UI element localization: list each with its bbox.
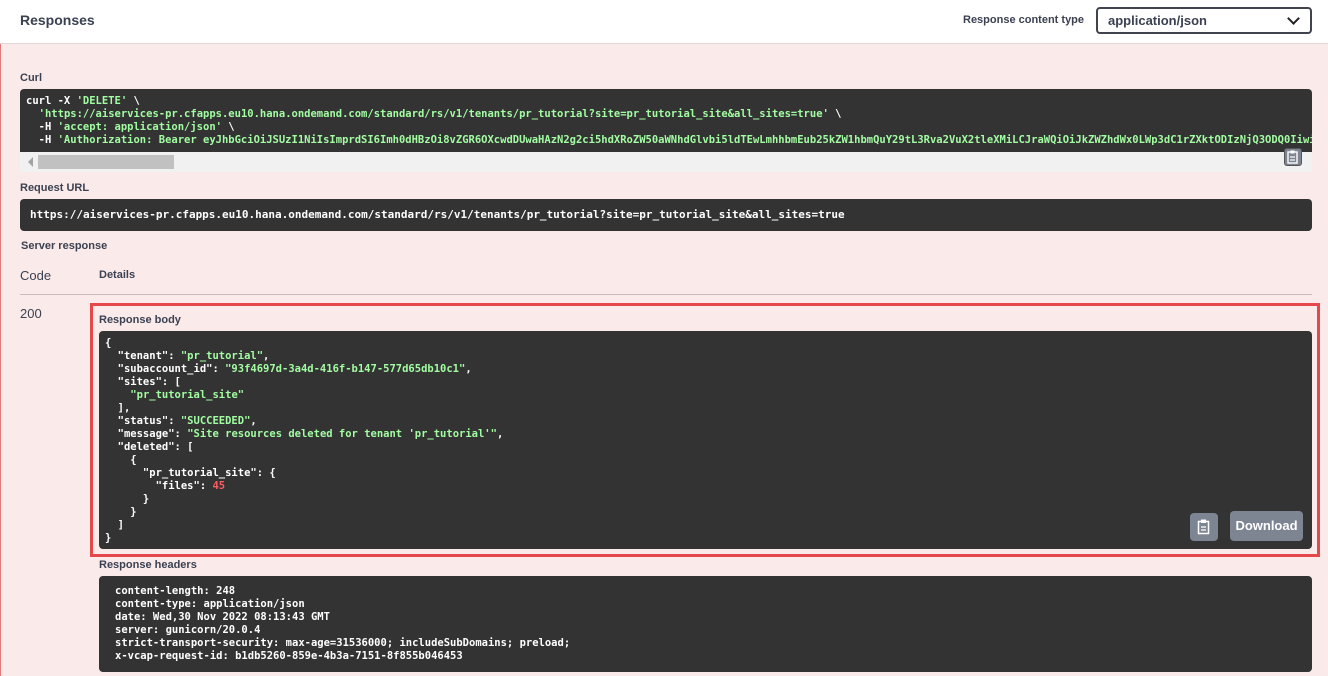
copy-curl-button[interactable] <box>1284 148 1302 166</box>
code-string: "93f4697d-3a4d-416f-b147-577d65db10c1" <box>225 363 466 375</box>
code-text: ], <box>105 402 131 414</box>
code-text: ] <box>105 519 124 531</box>
curl-label: Curl <box>20 72 42 84</box>
code-text: curl -X <box>26 95 77 107</box>
code-text: } <box>105 532 112 544</box>
code-text: "deleted": [ <box>105 441 194 453</box>
code-string: "pr_tutorial_site" <box>130 389 245 401</box>
code-text: \ <box>127 95 140 107</box>
code-text: { <box>105 337 112 349</box>
curl-line: -H 'Authorization: Bearer eyJhbGciOiJSUz… <box>26 134 1312 147</box>
response-body-label: Response body <box>99 314 181 326</box>
curl-line: -H 'accept: application/json' \ <box>26 121 1306 134</box>
code-string: "SUCCEEDED" <box>180 415 251 427</box>
code-string: "Site resources deleted for tenant 'pr_t… <box>187 428 497 440</box>
code-text: "tenant": <box>105 350 181 362</box>
code-text: \ <box>221 121 235 133</box>
json-line: { <box>105 454 1306 467</box>
responses-title: Responses <box>20 12 95 28</box>
response-headers-label: Response headers <box>99 559 197 571</box>
code-number: 45 <box>212 480 226 492</box>
response-content-type-label: Response content type <box>963 14 1085 26</box>
table-divider <box>20 294 1312 295</box>
json-line: ] <box>105 519 1306 532</box>
clipboard-icon <box>1197 519 1210 535</box>
code-text: "message": <box>105 428 188 440</box>
code-text: "status": <box>105 415 181 427</box>
code-text: \ <box>828 108 842 120</box>
json-line: } <box>105 532 1306 545</box>
json-line: ], <box>105 402 1306 415</box>
response-content-type-value: application/json <box>1108 13 1207 28</box>
curl-horizontal-scrollbar[interactable] <box>20 152 1312 172</box>
code-string: "pr_tutorial" <box>180 350 264 362</box>
code-text: } <box>105 493 150 505</box>
response-content-type-select[interactable]: application/json <box>1096 7 1312 34</box>
json-line: "message": "Site resources deleted for t… <box>105 428 1306 441</box>
json-line: "status": "SUCCEEDED", <box>105 415 1306 428</box>
code-text: "files": <box>105 480 213 492</box>
details-column-header: Details <box>99 269 136 281</box>
code-text: } <box>105 506 137 518</box>
header-line: x-vcap-request-id: b1db5260-859e-4b3a-71… <box>115 650 463 662</box>
scrollbar-thumb[interactable] <box>38 155 174 169</box>
header-line: content-type: application/json <box>115 598 305 610</box>
code-text: , <box>250 415 257 427</box>
code-text: -H <box>26 121 58 133</box>
curl-line: 'https://aiservices-pr.cfapps.eu10.hana.… <box>26 108 1306 121</box>
json-line: "subaccount_id": "93f4697d-3a4d-416f-b14… <box>105 363 1306 376</box>
header-line: content-length: 248 <box>115 585 236 597</box>
json-line: "sites": [ <box>105 376 1306 389</box>
clipboard-icon <box>1287 150 1298 164</box>
code-text: , <box>465 363 472 375</box>
server-response-label: Server response <box>21 240 108 252</box>
code-string: 'https://aiservices-pr.cfapps.eu10.hana.… <box>38 108 829 120</box>
json-line: "files": 45 <box>105 480 1306 493</box>
response-body-json[interactable]: { "tenant": "pr_tutorial", "subaccount_i… <box>99 331 1312 549</box>
code-text: "pr_tutorial_site": { <box>105 467 276 479</box>
code-text: "subaccount_id": <box>105 363 226 375</box>
response-headers-text[interactable]: content-length: 248 content-type: applica… <box>99 576 1312 672</box>
request-url-label: Request URL <box>20 182 90 194</box>
code-string: 'accept: application/json' <box>57 121 222 133</box>
curl-command[interactable]: curl -X 'DELETE' \ 'https://aiservices-p… <box>20 89 1312 152</box>
code-string: 'DELETE' <box>76 95 128 107</box>
curl-line: curl -X 'DELETE' \ <box>26 95 1306 108</box>
code-string: 'Authorization: Bearer eyJhbGciOiJSUzI1N… <box>57 134 1312 146</box>
header-line: date: Wed,30 Nov 2022 08:13:43 GMT <box>115 611 330 623</box>
download-button[interactable]: Download <box>1230 511 1303 541</box>
header-line: strict-transport-security: max-age=31536… <box>115 637 571 649</box>
code-text: , <box>496 428 504 440</box>
json-line: } <box>105 493 1306 506</box>
json-line: "pr_tutorial_site": { <box>105 467 1306 480</box>
code-column-header: Code <box>20 268 52 283</box>
json-line: "tenant": "pr_tutorial", <box>105 350 1306 363</box>
responses-header: Responses Response content type applicat… <box>0 0 1328 44</box>
code-text: "sites": [ <box>105 376 181 388</box>
json-line: "pr_tutorial_site" <box>105 389 1306 402</box>
code-text: -H <box>26 134 58 146</box>
json-line: } <box>105 506 1306 519</box>
chevron-down-icon <box>1287 12 1300 25</box>
header-line: server: gunicorn/20.0.4 <box>115 624 261 636</box>
request-url-value[interactable]: https://aiservices-pr.cfapps.eu10.hana.o… <box>20 199 1312 231</box>
json-line: { <box>105 337 1306 350</box>
section-border <box>0 44 1 676</box>
response-code: 200 <box>20 306 42 321</box>
code-text: { <box>105 454 137 466</box>
copy-response-button[interactable] <box>1190 513 1218 541</box>
code-text: , <box>263 350 270 362</box>
json-line: "deleted": [ <box>105 441 1306 454</box>
scroll-left-arrow-icon[interactable] <box>28 157 33 167</box>
